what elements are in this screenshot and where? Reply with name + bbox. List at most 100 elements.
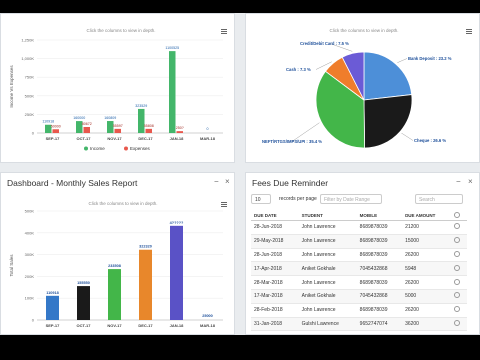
bar-income[interactable]	[138, 108, 145, 133]
pie-leader-line	[401, 132, 414, 141]
records-per-page-label: records per page	[279, 196, 317, 202]
date-range-filter[interactable]: Filter by Date Range	[320, 194, 382, 204]
y-tick-label: 500K	[25, 209, 35, 214]
panel-title: Fees Due Reminder	[252, 178, 329, 188]
action-cell	[450, 220, 467, 235]
amount-cell: 5948	[402, 261, 451, 277]
pie-label: Cash : 7.3 %	[286, 67, 311, 72]
mobile-cell: 9652747074	[356, 317, 403, 332]
student-cell: John Lawrence	[298, 234, 357, 249]
table-row[interactable]: 31-Jan-2018 Gulshi Lawrence 9652747074 3…	[251, 317, 467, 332]
bar-expenses[interactable]	[52, 129, 60, 133]
table-row[interactable]: 28-Mar-2018 John Lawrence 8689878039 262…	[251, 275, 467, 290]
bottom-black-bar	[0, 335, 480, 360]
close-button[interactable]: ×	[468, 177, 473, 186]
column-header-due-amount[interactable]: DUE AMOUNT	[402, 210, 451, 221]
sales-bar[interactable]	[170, 225, 183, 320]
table-row[interactable]: 29-May-2018 John Lawrence 8689878039 150…	[251, 234, 467, 249]
pie-label: Credit/Debit Card : 7.5 %	[300, 41, 349, 46]
reminder-icon[interactable]	[453, 292, 460, 299]
column-header-due-date[interactable]: DUE DATE	[251, 210, 299, 221]
action-cell	[450, 317, 467, 332]
legend-label: Expenses	[130, 146, 151, 151]
mobile-cell: 8689878039	[356, 275, 403, 290]
reminder-icon[interactable]	[453, 264, 460, 271]
due-date-cell: 31-Jan-2018	[251, 317, 299, 332]
amount-cell: 5000	[402, 289, 451, 304]
sales-bar[interactable]	[77, 286, 90, 320]
due-date-cell: 29-May-2018	[251, 234, 299, 249]
table-row[interactable]: 28-Feb-2018 John Lawrence 8689878039 262…	[251, 303, 467, 318]
x-tick-label: SEP-17	[46, 323, 61, 328]
payment-mode-panel: Click the columns to view in depth. Bank…	[245, 13, 480, 163]
bar-expenses[interactable]	[145, 128, 153, 133]
data-label: 233508	[108, 264, 121, 268]
data-label: 110918	[42, 120, 54, 124]
student-cell: John Lawrence	[298, 248, 357, 263]
column-header-mobile[interactable]: MOBILE	[356, 210, 403, 221]
amount-cell: 26200	[402, 275, 451, 290]
action-cell	[450, 248, 467, 263]
fees-table: DUE DATE STUDENT MOBILE DUE AMOUNT 28-Ju…	[251, 210, 467, 332]
sales-bar[interactable]	[46, 295, 59, 320]
bar-income[interactable]	[169, 51, 176, 133]
reminder-icon[interactable]	[453, 306, 460, 313]
reminder-icon[interactable]	[453, 250, 460, 257]
bar-expenses[interactable]	[114, 128, 122, 133]
y-tick-label: 500K	[25, 93, 35, 98]
minimize-button[interactable]: −	[456, 177, 461, 186]
table-row[interactable]: 17-Apr-2018 Aniket Gokhale 7045432868 59…	[251, 261, 467, 277]
amount-cell: 26200	[402, 303, 451, 318]
x-tick-label: NOV-17	[107, 136, 122, 141]
table-row[interactable]: 28-Jun-2018 John Lawrence 8689878039 262…	[251, 248, 467, 263]
student-cell: John Lawrence	[298, 220, 357, 235]
table-header-row: DUE DATE STUDENT MOBILE DUE AMOUNT	[251, 210, 467, 221]
y-tick-label: 750K	[25, 75, 35, 80]
data-label: 50000	[51, 124, 61, 128]
page-size-select[interactable]: 10	[251, 194, 271, 204]
y-tick-label: 400K	[25, 230, 35, 235]
pie-slice[interactable]	[363, 94, 413, 149]
legend-label: Income	[90, 146, 105, 151]
due-date-cell: 17-Apr-2018	[251, 261, 299, 277]
reminder-icon[interactable]	[453, 319, 460, 326]
x-tick-label: DEC-17	[138, 136, 153, 141]
bar-expenses[interactable]	[176, 131, 184, 133]
table-row[interactable]: 28-Jun-2018 John Lawrence 8689878039 212…	[251, 220, 467, 235]
mobile-cell: 7045432868	[356, 261, 403, 277]
action-cell	[450, 234, 467, 249]
x-tick-label: NOV-17	[107, 323, 122, 328]
due-date-cell: 28-Feb-2018	[251, 303, 299, 318]
sales-bar[interactable]	[139, 249, 152, 320]
header-circle-icon	[453, 211, 460, 218]
top-black-bar	[0, 0, 480, 13]
y-tick-label: 300K	[25, 252, 35, 257]
pie-slice[interactable]	[363, 51, 413, 101]
amount-cell: 15000	[402, 234, 451, 249]
y-axis-label: Income Vs Expenses	[9, 65, 14, 108]
reminder-icon[interactable]	[453, 223, 460, 230]
reminder-icon[interactable]	[453, 237, 460, 244]
table-row[interactable]: 17-Mar-2018 Aniket Gokhale 7045432868 50…	[251, 289, 467, 304]
amount-cell: 26200	[402, 248, 451, 263]
data-label: 160809	[104, 116, 116, 120]
data-label: 25000	[202, 314, 213, 318]
data-label: 55597	[113, 124, 123, 128]
x-tick-label: SEP-17	[46, 136, 61, 141]
amount-cell: 21200	[402, 220, 451, 235]
action-cell	[450, 303, 467, 318]
mobile-cell: 8689878039	[356, 303, 403, 318]
sales-bar[interactable]	[108, 269, 121, 320]
y-tick-label: 1,250K	[21, 38, 34, 43]
data-label: 155550	[77, 281, 90, 285]
y-tick-label: 250K	[25, 112, 35, 117]
y-tick-label: 0	[32, 131, 35, 136]
x-tick-label: JAN-18	[170, 136, 185, 141]
search-input[interactable]: Search	[415, 194, 463, 204]
column-header-student[interactable]: STUDENT	[298, 210, 357, 221]
x-tick-label: MAR-18	[200, 136, 216, 141]
action-cell	[450, 275, 467, 290]
data-label: 323529	[135, 104, 147, 108]
reminder-icon[interactable]	[453, 278, 460, 285]
bar-expenses[interactable]	[83, 126, 91, 133]
